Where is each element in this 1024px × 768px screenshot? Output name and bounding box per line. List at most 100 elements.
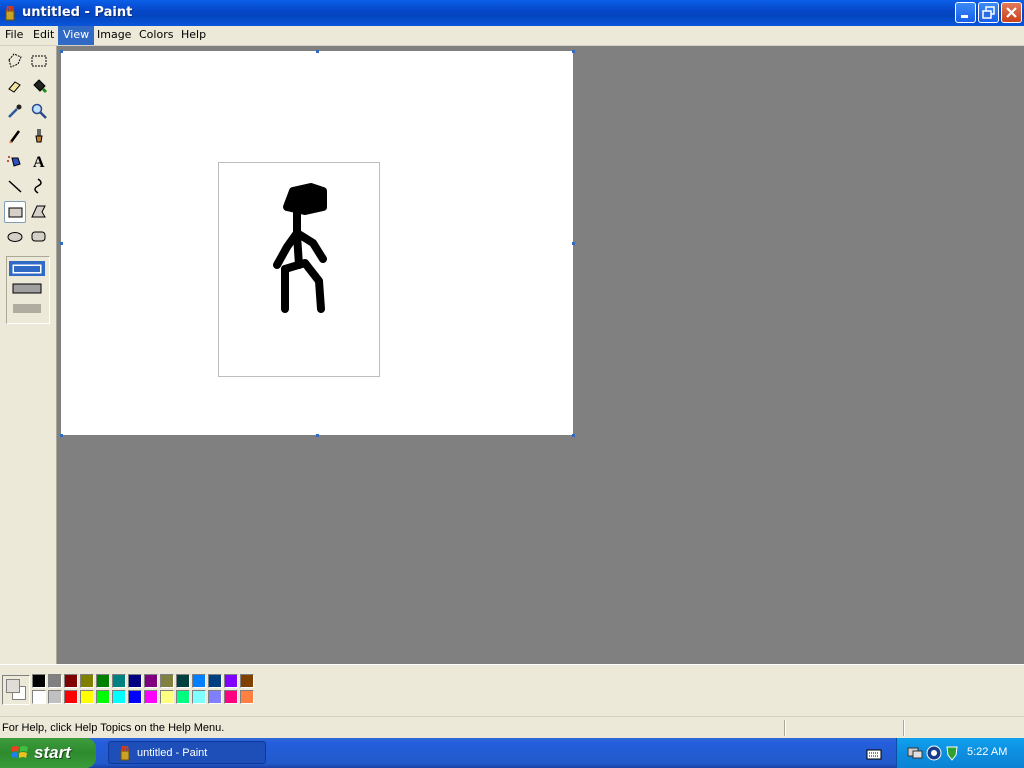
paint-app-icon <box>5 5 15 21</box>
palette-swatch[interactable] <box>112 674 126 688</box>
palette-swatch[interactable] <box>144 674 158 688</box>
rectangle-tool[interactable] <box>4 201 26 223</box>
title-bar[interactable]: untitled - Paint <box>0 0 1024 26</box>
palette-swatch[interactable] <box>80 674 94 688</box>
palette-swatch[interactable] <box>128 690 142 704</box>
pencil-tool[interactable] <box>4 125 26 147</box>
curve-tool[interactable] <box>28 175 50 197</box>
palette-swatch[interactable] <box>144 690 158 704</box>
palette-swatch[interactable] <box>96 674 110 688</box>
svg-text:A: A <box>33 154 45 170</box>
outline-fill-style-icon <box>12 283 42 294</box>
palette-swatch[interactable] <box>64 674 78 688</box>
palette-swatch[interactable] <box>32 690 46 704</box>
brush-icon <box>35 129 43 143</box>
text-tool[interactable]: A <box>28 150 50 172</box>
airbrush-tool[interactable] <box>4 150 26 172</box>
palette-swatch[interactable] <box>240 690 254 704</box>
magnifier-tool[interactable] <box>28 100 50 122</box>
pencil-icon <box>9 130 21 144</box>
menu-bar: File Edit View Image Colors Help <box>0 26 1024 46</box>
palette-swatch[interactable] <box>32 674 46 688</box>
keyboard-icon[interactable] <box>866 747 882 761</box>
start-button[interactable]: start <box>0 738 96 768</box>
toolbox: A <box>0 46 57 664</box>
palette-swatch[interactable] <box>208 690 222 704</box>
palette-swatch[interactable] <box>128 674 142 688</box>
menu-view[interactable]: View <box>58 26 95 45</box>
resize-handle[interactable] <box>572 50 575 53</box>
resize-handle[interactable] <box>60 242 63 245</box>
palette-swatch[interactable] <box>64 690 78 704</box>
outline-option[interactable] <box>9 261 45 276</box>
eraser-tool[interactable] <box>4 75 26 97</box>
canvas-drawing <box>218 162 380 377</box>
polygon-icon <box>31 205 46 218</box>
palette-swatch[interactable] <box>240 674 254 688</box>
resize-handle[interactable] <box>572 434 575 437</box>
security-icon[interactable] <box>926 745 942 761</box>
shield-icon[interactable] <box>944 745 960 761</box>
polygon-tool[interactable] <box>28 201 50 223</box>
palette-swatch[interactable] <box>48 690 62 704</box>
palette-swatch[interactable] <box>112 690 126 704</box>
clock: 5:22 AM <box>967 746 1008 758</box>
paint-bucket-icon <box>33 79 48 94</box>
palette-swatch[interactable] <box>192 674 206 688</box>
palette-swatch[interactable] <box>160 674 174 688</box>
palette-swatch[interactable] <box>224 674 238 688</box>
pick-color-tool[interactable] <box>4 100 26 122</box>
paint-app-icon <box>120 745 130 761</box>
text-icon: A <box>33 154 45 170</box>
menu-colors[interactable]: Colors <box>134 26 178 45</box>
ellipse-tool[interactable] <box>4 226 26 248</box>
drawing-canvas[interactable] <box>61 51 573 435</box>
foreground-color-swatch <box>6 679 20 693</box>
palette-swatch[interactable] <box>48 674 62 688</box>
outline-and-fill-option[interactable] <box>9 281 45 296</box>
status-bar: For Help, click Help Topics on the Help … <box>0 716 1024 739</box>
palette-swatch[interactable] <box>80 690 94 704</box>
palette-swatch[interactable] <box>96 690 110 704</box>
free-form-select-tool[interactable] <box>4 50 26 72</box>
menu-image[interactable]: Image <box>92 26 136 45</box>
line-tool[interactable] <box>4 175 26 197</box>
palette-swatch[interactable] <box>224 690 238 704</box>
curve-icon <box>34 178 42 194</box>
palette-swatch[interactable] <box>176 674 190 688</box>
start-label: start <box>34 743 71 762</box>
current-colors[interactable] <box>2 675 30 705</box>
palette-swatch[interactable] <box>160 690 174 704</box>
free-form-select-icon <box>8 53 22 68</box>
restore-icon <box>982 6 995 19</box>
palette-swatch[interactable] <box>208 674 222 688</box>
rounded-rectangle-icon <box>31 231 46 242</box>
brush-tool[interactable] <box>28 125 50 147</box>
rect-select-tool[interactable] <box>28 50 50 72</box>
menu-file[interactable]: File <box>0 26 28 45</box>
rounded-rectangle-tool[interactable] <box>28 226 50 248</box>
palette-swatch[interactable] <box>192 690 206 704</box>
status-help-text: For Help, click Help Topics on the Help … <box>2 722 225 734</box>
resize-handle[interactable] <box>60 434 63 437</box>
close-button[interactable] <box>1001 2 1022 23</box>
taskbar-item-paint[interactable]: untitled - Paint <box>108 741 266 764</box>
system-tray: 5:22 AM <box>896 738 1024 768</box>
minimize-button[interactable] <box>955 2 976 23</box>
windows-logo-icon <box>11 746 28 758</box>
resize-handle[interactable] <box>60 50 63 53</box>
palette-swatch[interactable] <box>176 690 190 704</box>
menu-help[interactable]: Help <box>176 26 211 45</box>
rect-select-icon <box>31 55 47 67</box>
fill-tool[interactable] <box>28 75 50 97</box>
fill-only-option[interactable] <box>9 301 45 316</box>
resize-handle[interactable] <box>316 434 319 437</box>
taskbar: start untitled - Paint 5:22 AM <box>0 738 1024 768</box>
resize-handle[interactable] <box>316 50 319 53</box>
eyedropper-icon <box>8 104 22 118</box>
menu-edit[interactable]: Edit <box>28 26 59 45</box>
network-icon[interactable] <box>907 745 923 761</box>
resize-handle[interactable] <box>572 242 575 245</box>
color-palette <box>0 664 1024 715</box>
restore-button[interactable] <box>978 2 999 23</box>
